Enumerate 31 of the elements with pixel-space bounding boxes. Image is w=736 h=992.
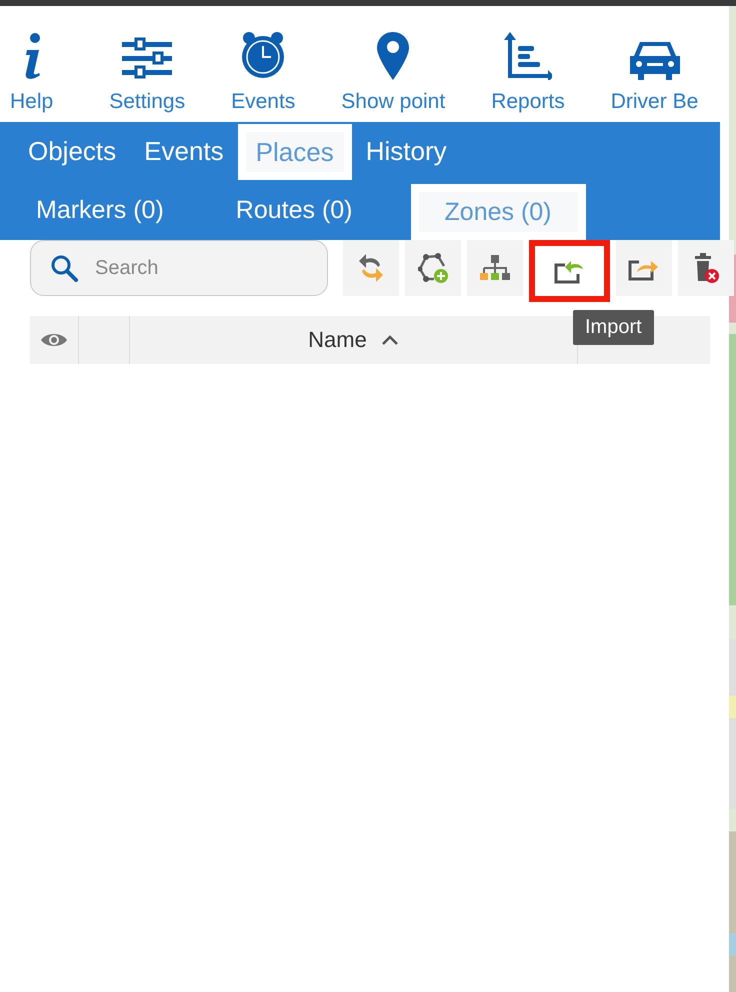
sliders-icon — [122, 36, 172, 80]
tab[interactable]: Zones (0) — [410, 184, 586, 240]
toolbar-button[interactable]: Events — [231, 16, 296, 120]
bar-chart-icon — [504, 32, 552, 80]
sync-arrows-icon — [358, 253, 384, 283]
toolbar-button[interactable]: Help — [10, 16, 54, 120]
tab[interactable]: Markers (0) — [22, 180, 178, 240]
tab[interactable]: History — [352, 122, 461, 180]
location-pin-icon — [377, 32, 410, 80]
toolbar-button[interactable]: Settings — [109, 16, 186, 120]
tool-button[interactable] — [529, 240, 610, 302]
column-header[interactable]: Name — [130, 316, 578, 364]
search-icon — [50, 254, 78, 282]
tool-button[interactable] — [405, 240, 461, 296]
tab[interactable]: Places — [238, 124, 352, 180]
tab[interactable]: Events — [130, 122, 238, 180]
tool-button[interactable] — [467, 240, 523, 296]
toolbar-button[interactable]: Driver Be — [610, 16, 698, 120]
tab[interactable]: Objects — [14, 122, 130, 180]
tooltip: Import — [573, 310, 654, 345]
toolbar-button[interactable]: Reports — [491, 16, 565, 120]
toolbar-button[interactable]: Show point — [341, 16, 446, 120]
trash-delete-icon — [692, 252, 720, 284]
search-field[interactable]: Search — [30, 240, 328, 296]
tool-button[interactable] — [678, 240, 734, 296]
tab[interactable]: Routes (0) — [222, 180, 367, 240]
eye-icon — [40, 331, 68, 349]
tool-button[interactable] — [343, 240, 399, 296]
polygon-add-icon — [418, 253, 448, 283]
hierarchy-icon — [479, 255, 511, 281]
tool-button[interactable] — [616, 240, 672, 296]
